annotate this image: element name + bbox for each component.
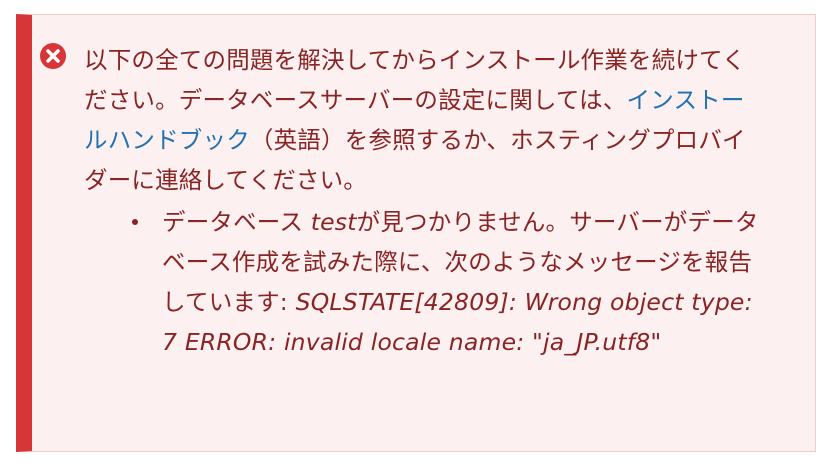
- error-prefix: データベース: [162, 208, 311, 236]
- error-list: データベース testが見つかりません。サーバーがデータベース作成を試みた際に、…: [84, 202, 764, 362]
- error-circle-x-icon: [40, 43, 66, 69]
- error-list-item: データベース testが見つかりません。サーバーがデータベース作成を試みた際に、…: [132, 202, 764, 362]
- error-message: 以下の全ての問題を解決してからインストール作業を続けてください。データベースサー…: [84, 40, 764, 362]
- database-name: test: [310, 208, 357, 236]
